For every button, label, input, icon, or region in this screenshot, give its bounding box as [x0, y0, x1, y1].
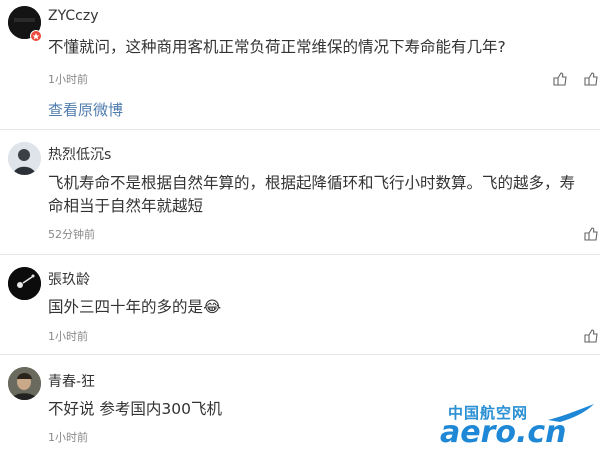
- comment-text: 不懂就问，这种商用客机正常负荷正常维保的情况下寿命能有几年?: [48, 38, 506, 56]
- like-icon[interactable]: [584, 328, 598, 343]
- comment-username[interactable]: 張玖龄: [48, 269, 90, 289]
- comment-item: 張玖龄 国外三四十年的多的是😂 1小时前: [0, 254, 600, 354]
- vip-badge-icon: [30, 30, 42, 42]
- comment-time: 1小时前: [48, 431, 88, 444]
- avatar[interactable]: [8, 267, 41, 300]
- comment-username[interactable]: ZYCczy: [48, 8, 98, 24]
- comment-text: 国外三四十年的多的是😂: [48, 298, 222, 316]
- reply-icon[interactable]: [553, 71, 567, 86]
- comment-time: 52分钟前: [48, 228, 95, 241]
- plane-swoosh-icon: [548, 404, 594, 422]
- comment-time: 1小时前: [48, 73, 88, 86]
- avatar[interactable]: [8, 367, 41, 400]
- like-icon[interactable]: [584, 226, 598, 241]
- avatar[interactable]: [8, 142, 41, 175]
- comment-time: 1小时前: [48, 330, 88, 343]
- view-original-weibo-link[interactable]: 查看原微博: [48, 99, 123, 120]
- aero-cn-watermark-logo: 中国航空网 aero.cn: [440, 400, 600, 454]
- comment-item: 热烈低沉s 飞机寿命不是根据自然年算的，根据起降循环和飞行小时数算。飞的越多，寿…: [0, 129, 600, 254]
- comment-text: 飞机寿命不是根据自然年算的，根据起降循环和飞行小时数算。飞的越多，寿命相当于自然…: [48, 174, 576, 215]
- comment-item: ZYCczy 不懂就问，这种商用客机正常负荷正常维保的情况下寿命能有几年? 1小…: [0, 0, 600, 129]
- like-icon[interactable]: [584, 71, 598, 86]
- comment-username[interactable]: 青春-狂: [48, 371, 95, 391]
- comment-username[interactable]: 热烈低沉s: [48, 144, 111, 164]
